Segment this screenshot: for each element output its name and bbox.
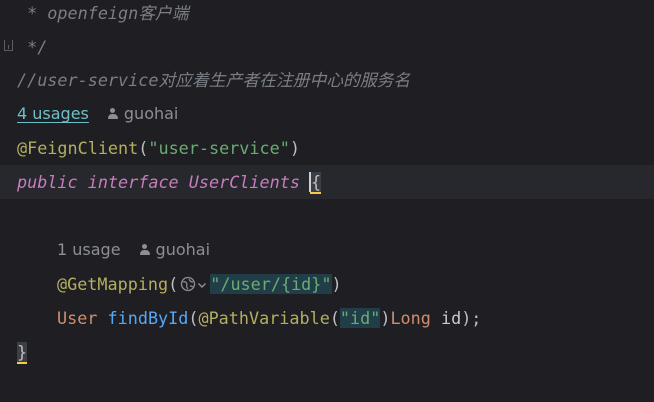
author-name: guohai: [123, 104, 179, 123]
url-string-literal: "/user/{id}": [210, 274, 332, 294]
code-content: User findById(@PathVariable("id")Long id…: [57, 301, 481, 335]
brace-close-matched: }: [17, 342, 28, 364]
class-name: UserClients: [188, 172, 300, 192]
paren-close: ): [289, 138, 300, 158]
code-line-feign-client[interactable]: @FeignClient("user-service"): [0, 131, 654, 165]
keyword-public: public: [17, 172, 78, 192]
method-name: findById: [107, 308, 189, 328]
param-type: Long: [390, 308, 431, 328]
usage-hint: 1 usage guohai: [57, 233, 210, 267]
comment-end: */: [17, 37, 48, 57]
statement-end: );: [461, 308, 482, 328]
param-name: id: [440, 308, 462, 328]
line-comment: //user-service对应着生产者在注册中心的服务名: [17, 70, 411, 90]
usages-link[interactable]: 4 usages: [17, 104, 89, 123]
author-hint[interactable]: guohai: [139, 240, 210, 259]
user-icon: [139, 244, 151, 256]
string-literal: "user-service": [148, 138, 290, 158]
inlay-hint-line: 4 usages guohai: [0, 97, 654, 131]
code-line-get-mapping[interactable]: @GetMapping( "/user/{id}"): [0, 267, 654, 301]
code-editor[interactable]: * openfeign客户端 */ //user-service对应着生产者在注…: [0, 0, 654, 402]
return-type: User: [57, 308, 98, 328]
string-literal: "id": [339, 308, 381, 328]
paren-open: (: [138, 138, 149, 158]
user-icon: [107, 108, 119, 120]
author-hint[interactable]: guohai: [107, 104, 178, 123]
globe-icon[interactable]: [180, 276, 196, 292]
chevron-down-icon[interactable]: [197, 280, 207, 290]
paren-open: (: [168, 274, 179, 294]
keyword-interface: interface: [87, 172, 179, 192]
paren-close: ): [380, 308, 391, 328]
usage-count[interactable]: 1 usage: [57, 240, 121, 259]
annotation-token: @PathVariable: [198, 308, 330, 328]
annotation-token: @FeignClient: [17, 138, 139, 158]
annotation-token: @GetMapping: [57, 274, 169, 294]
code-content: @GetMapping( "/user/{id}"): [57, 267, 342, 301]
code-line-2[interactable]: */: [0, 30, 654, 64]
code-content: @FeignClient("user-service"): [17, 131, 300, 165]
comment-text: * openfeign客户端: [17, 3, 189, 23]
code-line-1[interactable]: * openfeign客户端: [0, 0, 654, 30]
paren-close: ): [331, 274, 342, 294]
inlay-hint-line-method: 1 usage guohai: [0, 233, 654, 267]
code-line-find-by-id[interactable]: User findById(@PathVariable("id")Long id…: [0, 301, 654, 335]
paren-open: (: [329, 308, 340, 328]
code-line-close-brace[interactable]: }: [0, 335, 654, 369]
brace-open-matched: {: [309, 172, 322, 194]
code-line-3[interactable]: //user-service对应着生产者在注册中心的服务名: [0, 63, 654, 97]
author-name: guohai: [155, 240, 211, 259]
code-line-interface-decl[interactable]: public interface UserClients {: [0, 165, 654, 199]
code-content: public interface UserClients {: [17, 165, 322, 199]
paren-open: (: [188, 308, 199, 328]
code-content: }: [17, 335, 28, 369]
usage-hint: 4 usages guohai: [17, 97, 178, 131]
